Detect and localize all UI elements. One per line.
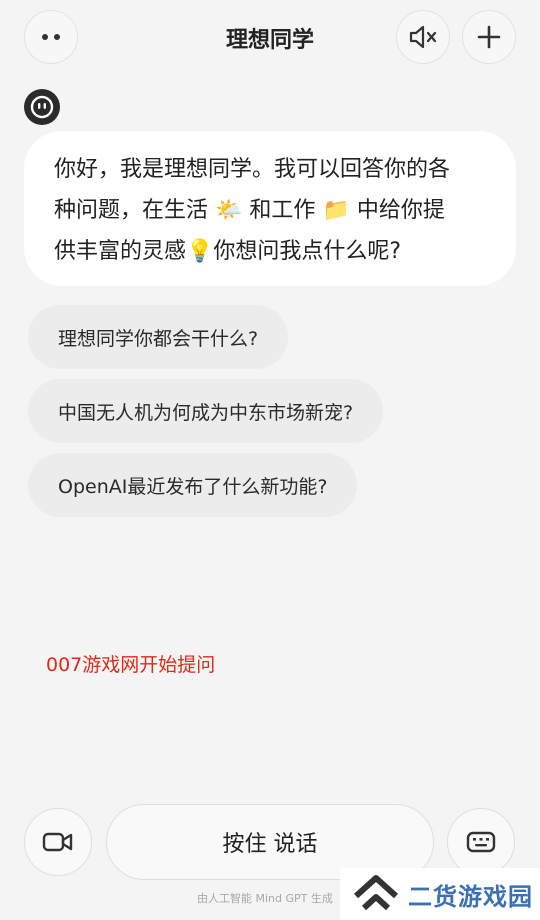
watermark-text: 007游戏网开始提问	[46, 654, 216, 676]
greeting-text: 你好，我是理想同学。我可以回答你的各	[54, 157, 451, 182]
double-chevron-up-icon	[353, 875, 399, 911]
site-watermark-badge: 二货游戏园	[340, 868, 540, 920]
suggestion-chip[interactable]: OpenAI最近发布了什么新功能?	[28, 453, 358, 517]
add-button[interactable]	[462, 10, 516, 64]
greeting-text: 和工作	[249, 198, 316, 223]
ai-generated-note: 由人工智能 Mind GPT 生成	[197, 892, 333, 905]
video-button[interactable]	[24, 808, 92, 876]
video-camera-icon	[42, 832, 73, 852]
greeting-text: 你想问我点什么呢?	[213, 239, 402, 264]
suggestion-chip[interactable]: 中国无人机为何成为中东市场新宠?	[28, 379, 384, 443]
mute-button[interactable]	[396, 10, 450, 64]
greeting-line-1: 你好，我是理想同学。我可以回答你的各	[54, 149, 490, 190]
greeting-text: 中给你提	[356, 198, 445, 223]
greeting-line-2: 种问题，在生活 🌤️ 和工作 📁 中给你提	[54, 190, 490, 231]
lightbulb-emoji-icon: 💡	[186, 239, 214, 264]
folder-emoji-icon: 📁	[322, 198, 350, 223]
page-title: 理想同学	[225, 28, 314, 53]
assistant-face-icon	[30, 95, 54, 119]
assistant-message-bubble: 你好，我是理想同学。我可以回答你的各 种问题，在生活 🌤️ 和工作 📁 中给你提…	[24, 131, 516, 286]
assistant-avatar	[24, 89, 60, 125]
keyboard-icon	[466, 831, 496, 853]
speaker-muted-icon	[409, 25, 437, 49]
sun-cloud-emoji-icon: 🌤️	[215, 198, 243, 223]
greeting-text: 种问题，在生活	[54, 198, 209, 223]
plus-icon	[477, 25, 501, 49]
greeting-line-3: 供丰富的灵感💡你想问我点什么呢?	[54, 231, 490, 272]
site-watermark-text: 二货游戏园	[408, 882, 533, 911]
greeting-text: 供丰富的灵感	[54, 239, 187, 264]
keyboard-button[interactable]	[447, 808, 515, 876]
suggestion-chip[interactable]: 理想同学你都会干什么?	[28, 305, 289, 369]
